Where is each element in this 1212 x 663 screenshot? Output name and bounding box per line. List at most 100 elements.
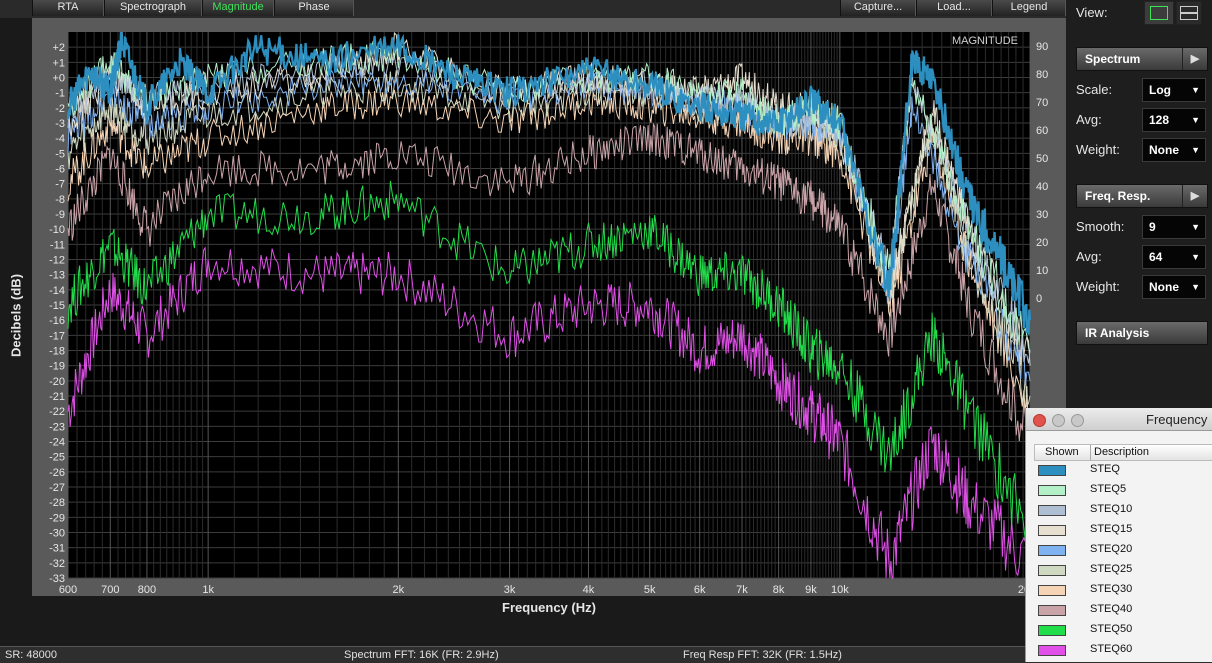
legend-row[interactable]: STEQ25 [1026, 560, 1212, 580]
minimize-icon[interactable] [1052, 414, 1065, 427]
y-tick-label: +1 [52, 57, 65, 69]
legend-row[interactable]: STEQ50 [1026, 620, 1212, 640]
legend-swatch[interactable] [1038, 525, 1066, 536]
y-tick-label: -19 [49, 361, 65, 373]
spectrum-section-button[interactable]: Spectrum ▶ [1076, 47, 1208, 71]
scale-value: Log [1149, 83, 1171, 97]
legend-swatch[interactable] [1038, 565, 1066, 576]
x-tick-label: 700 [101, 584, 119, 596]
y-tick-label: -6 [55, 164, 65, 176]
view-split-button[interactable] [1176, 1, 1202, 25]
scale-select[interactable]: Log ▼ [1142, 78, 1206, 102]
y-tick-label: -25 [49, 452, 65, 464]
y-tick-label: -13 [49, 270, 65, 282]
right-tick-label: 40 [1036, 181, 1048, 193]
weight2-select[interactable]: None ▼ [1142, 275, 1206, 299]
y-tick-label: -27 [49, 482, 65, 494]
legend-swatch[interactable] [1038, 625, 1066, 636]
load-button[interactable]: Load... [916, 0, 992, 16]
view-label: View: [1076, 5, 1108, 20]
legend-row[interactable]: STEQ30 [1026, 580, 1212, 600]
legend-row[interactable]: STEQ10 [1026, 500, 1212, 520]
y-tick-label: -26 [49, 467, 65, 479]
y-tick-label: -11 [50, 239, 65, 251]
view-single-button[interactable] [1144, 1, 1174, 25]
legend-row[interactable]: STEQ60 [1026, 640, 1212, 660]
x-tick-label: 1k [202, 584, 214, 596]
legend-description: STEQ60 [1090, 643, 1133, 655]
legend-swatch[interactable] [1038, 505, 1066, 516]
smooth-value: 9 [1149, 220, 1156, 234]
y-axis-title: Decibels (dB) [8, 273, 24, 358]
legend-description: STEQ30 [1090, 583, 1133, 595]
legend-description: STEQ10 [1090, 503, 1133, 515]
tab-bar: RTA Spectrograph Magnitude Phase Capture… [0, 0, 1066, 18]
y-tick-label: -5 [55, 148, 65, 160]
legend-row[interactable]: STEQ40 [1026, 600, 1212, 620]
weight2-label: Weight: [1076, 279, 1120, 294]
legend-swatch[interactable] [1038, 465, 1066, 476]
magnitude-chart: +2 +1 +0 -1 -2 -3 -4 -5 -6 -7 -8 -9 -10 -11 -12 -13 -14 -… [32, 18, 1066, 596]
tab-magnitude[interactable]: Magnitude [202, 0, 274, 16]
spectrum-label: Spectrum [1085, 52, 1141, 66]
legend-row[interactable]: STEQ [1026, 460, 1212, 480]
chevron-down-icon: ▼ [1191, 252, 1200, 262]
legend-window-title: Frequency [1146, 412, 1208, 427]
smooth-select[interactable]: 9 ▼ [1142, 215, 1206, 239]
tab-rta[interactable]: RTA [32, 0, 104, 16]
y-tick-label: -18 [49, 346, 65, 358]
freq-resp-section-button[interactable]: Freq. Resp. ▶ [1076, 184, 1208, 208]
tab-spectrograph[interactable]: Spectrograph [104, 0, 202, 16]
capture-button[interactable]: Capture... [840, 0, 916, 16]
right-tick-label: 80 [1036, 69, 1048, 81]
y-tick-label: -21 [49, 391, 65, 403]
right-tick-label: 60 [1036, 125, 1048, 137]
x-tick-label: 5k [644, 584, 656, 596]
plot-title: MAGNITUDE [952, 35, 1018, 47]
x-tick-label: 2k [392, 584, 404, 596]
smooth-label: Smooth: [1076, 219, 1125, 234]
right-tick-label: 20 [1036, 237, 1048, 249]
ir-analysis-label: IR Analysis [1085, 326, 1150, 340]
split-view-icon-lower [1180, 13, 1198, 20]
legend-button[interactable]: Legend [992, 0, 1066, 16]
y-tick-label: -30 [49, 528, 65, 540]
legend-row[interactable]: STEQ5 [1026, 480, 1212, 500]
weight-select[interactable]: None ▼ [1142, 138, 1206, 162]
y-tick-label: -8 [55, 194, 65, 206]
legend-swatch[interactable] [1038, 585, 1066, 596]
ir-analysis-button[interactable]: IR Analysis [1076, 321, 1208, 345]
x-tick-label: 10k [831, 584, 849, 596]
legend-window-titlebar[interactable]: Frequency [1026, 408, 1212, 431]
right-tick-label: 50 [1036, 153, 1048, 165]
freq-resp-fft-text: Freq Resp FFT: 32K (FR: 1.5Hz) [683, 649, 842, 661]
chevron-down-icon: ▼ [1191, 222, 1200, 232]
legend-row[interactable]: STEQ15 [1026, 520, 1212, 540]
legend-swatch[interactable] [1038, 605, 1066, 616]
avg-select[interactable]: 128 ▼ [1142, 108, 1206, 132]
legend-swatch[interactable] [1038, 645, 1066, 656]
close-icon[interactable] [1033, 414, 1046, 427]
capture-label: Capture... [853, 1, 903, 13]
avg2-value: 64 [1149, 250, 1163, 264]
tab-magnitude-label: Magnitude [212, 1, 264, 13]
chart-svg: +2 +1 +0 -1 -2 -3 -4 -5 -6 -7 -8 -9 -10 -11 -12 -13 -14 -… [49, 31, 1048, 596]
x-tick-label: 600 [59, 584, 77, 596]
legend-table-header: Shown Description [1034, 444, 1212, 461]
y-tick-label: -31 [49, 543, 65, 555]
col-description[interactable]: Description [1090, 445, 1149, 460]
avg2-select[interactable]: 64 ▼ [1142, 245, 1206, 269]
zoom-icon[interactable] [1071, 414, 1084, 427]
split-view-icon [1180, 6, 1198, 13]
chevron-down-icon: ▼ [1191, 115, 1200, 125]
legend-row[interactable]: STEQ20 [1026, 540, 1212, 560]
legend-swatch[interactable] [1038, 485, 1066, 496]
tab-phase[interactable]: Phase [274, 0, 354, 16]
col-shown[interactable]: Shown [1045, 445, 1079, 460]
legend-description: STEQ [1090, 463, 1120, 475]
y-tick-label: -17 [49, 330, 65, 342]
y-tick-label: -3 [55, 118, 65, 130]
legend-swatch[interactable] [1038, 545, 1066, 556]
x-tick-label: 4k [583, 584, 595, 596]
legend-description: STEQ5 [1090, 483, 1127, 495]
